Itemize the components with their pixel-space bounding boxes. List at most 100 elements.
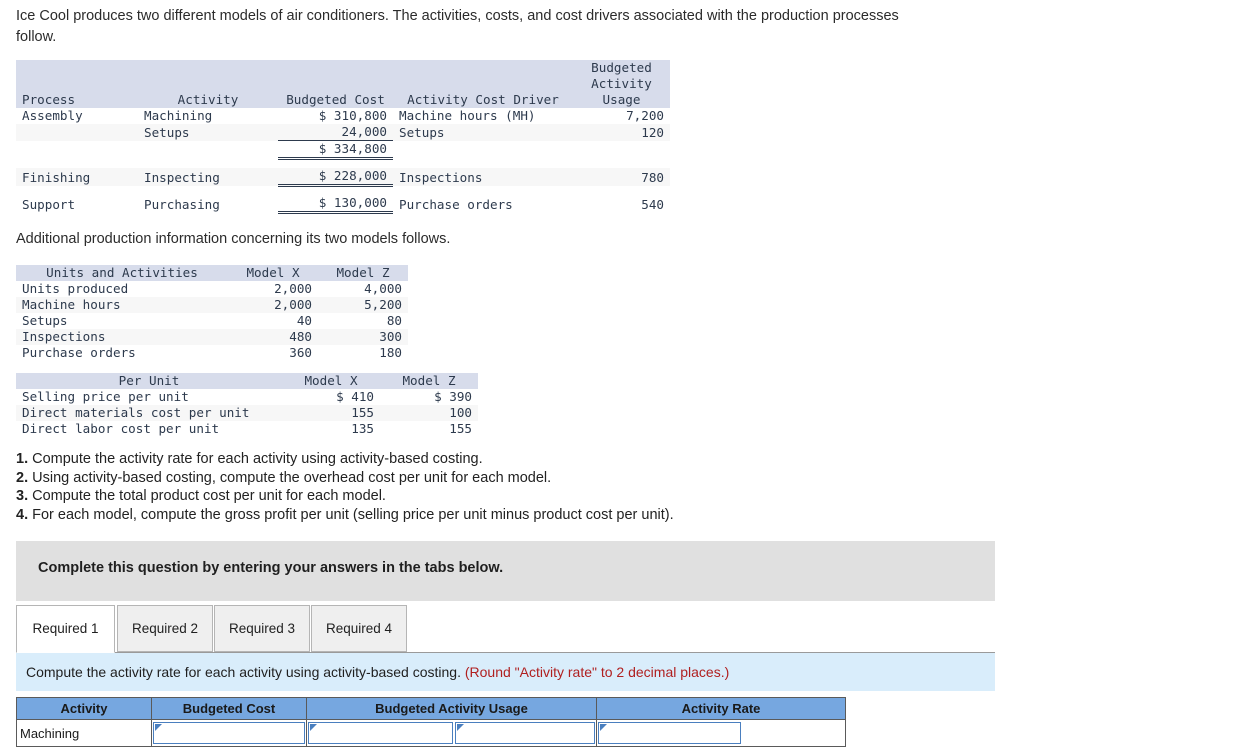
cell-activity <box>138 140 278 159</box>
cell-model-x: 2,000 <box>228 281 318 297</box>
cell-budgeted-activity-usage[interactable] <box>306 719 597 747</box>
cell-activity: Inspecting <box>138 168 278 186</box>
usage-header-line2: Activity <box>573 76 670 92</box>
table-row: Selling price per unit $ 410 $ 390 <box>16 389 478 405</box>
cell-cost: $ 228,000 <box>278 168 393 187</box>
instruction-main: Compute the activity rate for each activ… <box>26 664 461 680</box>
tab-label: Required 3 <box>228 621 296 636</box>
answer-table-header-row: Activity Budgeted Cost Budgeted Activity… <box>16 697 846 720</box>
table-row: Inspections 480 300 <box>16 329 408 345</box>
cell-usage: 7,200 <box>573 108 670 124</box>
activity-rate-input-wrap <box>597 721 742 745</box>
table-row: Machine hours 2,000 5,200 <box>16 297 408 313</box>
activity-rate-result-cell <box>742 721 845 745</box>
table-row: Setups 40 80 <box>16 313 408 329</box>
table-row: Direct labor cost per unit 135 155 <box>16 421 478 437</box>
cell-activity-rate[interactable] <box>596 719 846 747</box>
tab-required-3[interactable]: Required 3 <box>214 605 310 652</box>
requirement-item: 3. Compute the total product cost per un… <box>16 487 916 506</box>
header-units-and-activities: Units and Activities <box>16 265 228 281</box>
header-model-x: Model X <box>282 373 380 389</box>
cell-driver <box>393 140 573 159</box>
cell-label: Setups <box>16 313 228 329</box>
cell-usage: 540 <box>573 195 670 213</box>
cell-cost: $ 310,800 <box>278 108 393 124</box>
cell-activity: Setups <box>138 124 278 141</box>
tab-required-2[interactable]: Required 2 <box>117 605 213 652</box>
table-row: Setups 24,000 Setups 120 <box>16 124 670 141</box>
cell-driver: Purchase orders <box>393 195 573 213</box>
table-row: Purchase orders 360 180 <box>16 345 408 361</box>
process-table-header-row-1: Budgeted <box>16 60 670 76</box>
requirement-item: 4. For each model, compute the gross pro… <box>16 506 916 525</box>
cell-model-x: 480 <box>228 329 318 345</box>
usage-input-b-wrap <box>454 721 596 745</box>
header-activity-rate: Activity Rate <box>596 697 846 720</box>
header-cost-driver: Activity Cost Driver <box>393 92 573 108</box>
tab-required-1[interactable]: Required 1 <box>16 605 115 653</box>
cell-label: Purchase orders <box>16 345 228 361</box>
usage-header-line3: Usage <box>573 92 670 108</box>
additional-info-text: Additional production information concer… <box>16 231 451 247</box>
table-row: Finishing Inspecting $ 228,000 Inspectio… <box>16 168 670 187</box>
header-activity: Activity <box>16 697 152 720</box>
cell-process: Assembly <box>16 108 138 124</box>
requirement-number: 4. <box>16 507 29 524</box>
tab-required-4[interactable]: Required 4 <box>311 605 407 652</box>
cell-budgeted-cost[interactable] <box>151 719 307 747</box>
cell-usage: 780 <box>573 168 670 186</box>
rate-split-wrap <box>597 721 845 745</box>
units-activities-table: Units and Activities Model X Model Z Uni… <box>16 265 408 361</box>
instruction-strip: Compute the activity rate for each activ… <box>16 653 995 691</box>
cell-model-z: 4,000 <box>318 281 408 297</box>
cell-label: Direct materials cost per unit <box>16 405 282 421</box>
budgeted-usage-input-a[interactable] <box>308 722 453 744</box>
cell-label: Selling price per unit <box>16 389 282 405</box>
budgeted-usage-input-b[interactable] <box>455 722 595 744</box>
cell-usage: 120 <box>573 124 670 141</box>
cell-cost-total: $ 334,800 <box>278 140 393 160</box>
requirement-number: 2. <box>16 469 29 486</box>
cell-flag-icon <box>457 724 464 731</box>
table-row-subtotal: $ 334,800 <box>16 140 670 160</box>
cell-model-x: 135 <box>282 421 380 437</box>
cell-model-z: $ 390 <box>380 389 478 405</box>
header-process: Process <box>16 92 138 108</box>
cell-process <box>16 140 138 159</box>
tab-label: Required 2 <box>131 621 199 636</box>
cell-label: Units produced <box>16 281 228 297</box>
requirement-item: 1. Compute the activity rate for each ac… <box>16 450 916 469</box>
cell-model-z: 300 <box>318 329 408 345</box>
header-budgeted-cost: Budgeted Cost <box>278 92 393 108</box>
table-row: Units produced 2,000 4,000 <box>16 281 408 297</box>
cell-usage <box>573 140 670 159</box>
requirement-item: 2. Using activity-based costing, compute… <box>16 469 916 488</box>
requirement-text: For each model, compute the gross profit… <box>28 507 674 524</box>
cell-model-z: 180 <box>318 345 408 361</box>
cell-cost: 24,000 <box>278 124 393 141</box>
cell-process: Finishing <box>16 168 138 186</box>
header-model-z: Model Z <box>380 373 478 389</box>
banner-text: Complete this question by entering your … <box>38 560 504 576</box>
requirements-list: 1. Compute the activity rate for each ac… <box>16 450 916 525</box>
per-unit-table: Per Unit Model X Model Z Selling price p… <box>16 373 478 437</box>
activity-rate-answer-table: Activity Budgeted Cost Budgeted Activity… <box>16 697 846 747</box>
table-row: Support Purchasing $ 130,000 Purchase or… <box>16 195 670 214</box>
header-per-unit: Per Unit <box>16 373 282 389</box>
cell-activity: Machining <box>138 108 278 124</box>
cell-model-z: 80 <box>318 313 408 329</box>
complete-question-banner: Complete this question by entering your … <box>16 541 995 601</box>
header-budgeted-cost: Budgeted Cost <box>151 697 307 720</box>
perunit-table-header-row: Per Unit Model X Model Z <box>16 373 478 389</box>
rounding-note: (Round "Activity rate" to 2 decimal plac… <box>460 664 730 680</box>
cell-label: Inspections <box>16 329 228 345</box>
header-budgeted-usage: Budgeted Activity Usage <box>306 697 597 720</box>
table-row: Assembly Machining $ 310,800 Machine hou… <box>16 108 670 124</box>
header-model-x: Model X <box>228 265 318 281</box>
table-row: Direct materials cost per unit 155 100 <box>16 405 478 421</box>
cell-activity: Purchasing <box>138 195 278 213</box>
budgeted-cost-input[interactable] <box>153 722 305 744</box>
usage-header-line1: Budgeted <box>573 60 670 76</box>
activity-rate-input[interactable] <box>598 722 741 744</box>
cell-model-z: 100 <box>380 405 478 421</box>
